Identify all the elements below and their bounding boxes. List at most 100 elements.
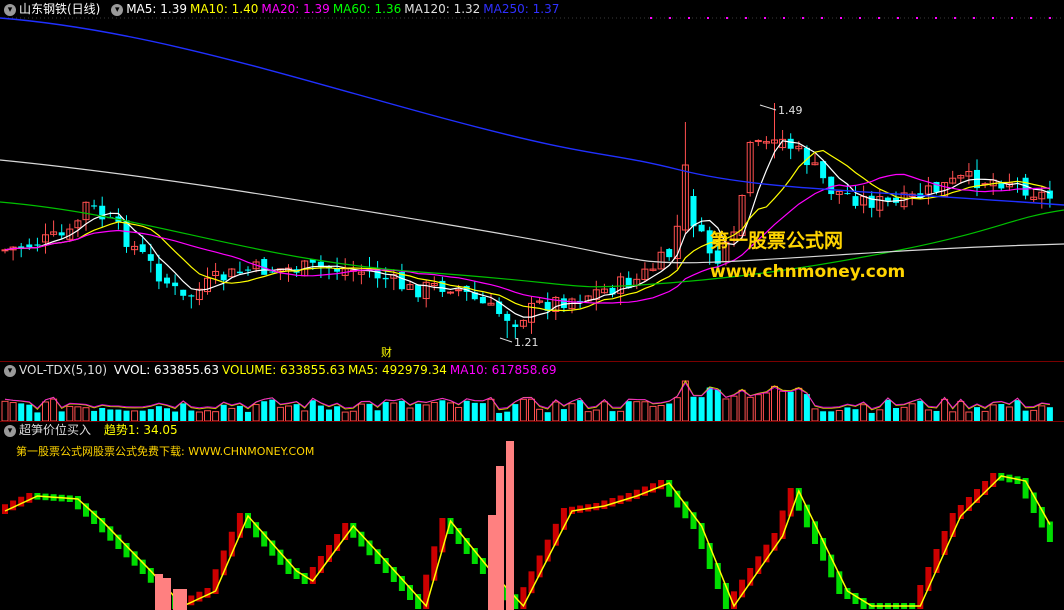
volume-bar-down xyxy=(245,411,251,421)
volume-bar-down xyxy=(18,403,25,421)
volume-bar-down xyxy=(917,400,924,421)
volume-bar-down xyxy=(180,403,187,421)
candle-body-down xyxy=(236,271,243,274)
volume-bar-up xyxy=(617,410,625,421)
indicator-settings-icon[interactable]: ▾ xyxy=(4,424,16,437)
candle-body-up xyxy=(455,289,463,292)
candle-body-down xyxy=(820,161,827,179)
volume-bar-down xyxy=(269,399,276,421)
volume-bar-up xyxy=(957,400,965,421)
volume-settings-icon[interactable]: ▾ xyxy=(4,364,16,377)
volume-bar-up xyxy=(430,401,438,421)
low-pointer xyxy=(499,337,513,343)
volume-bar-down xyxy=(666,403,673,421)
ma120-line xyxy=(0,159,1064,264)
buy-signal-bar xyxy=(155,574,163,610)
signal-dot xyxy=(821,17,823,19)
volume-legend: VVOL: 633855.63 VOLUME: 633855.63 MA5: 492… xyxy=(114,363,560,377)
volume-panel[interactable]: ▾ VOL-TDX(5,10) VVOL: 633855.63 VOLUME: 63… xyxy=(0,361,1064,421)
volume-bar-down xyxy=(625,401,632,421)
volume-bar-up xyxy=(641,401,649,421)
volume-bar-up xyxy=(754,394,762,421)
buy-signal-bar xyxy=(506,441,514,610)
volume-bar-down xyxy=(504,411,511,421)
volume-bar-down xyxy=(893,408,899,421)
candle-body-down xyxy=(998,183,1005,189)
candle-body-down xyxy=(188,295,195,297)
signal-dot xyxy=(802,17,804,19)
indicator-panel[interactable]: ▾ 超笋价位买入 趋势1: 34.05 第一股票公式网股票公式免费下载: WWW.… xyxy=(0,421,1064,610)
volume-bar-down xyxy=(115,409,122,421)
high-pointer xyxy=(759,104,777,111)
candlestick-chart: 1.49 1.21 财 xyxy=(0,17,1064,359)
volume-bar-up xyxy=(82,407,90,421)
signal-dot xyxy=(973,17,975,19)
candle-body-down xyxy=(147,254,154,261)
candle-body-down xyxy=(415,284,422,298)
vol-item: VVOL: 633855.63 xyxy=(113,363,219,377)
volume-bar-up xyxy=(811,408,819,421)
vol-item: VOLUME: 633855.63 xyxy=(221,363,345,377)
volume-bar-down xyxy=(690,396,697,421)
candle-body-down xyxy=(91,205,98,207)
candle-body-down xyxy=(666,249,673,258)
watermark-cn: 第一股票公式网 xyxy=(710,230,844,252)
oscillator-chart xyxy=(2,441,1053,610)
volume-bar-up xyxy=(228,407,236,421)
signal-dot xyxy=(916,17,918,19)
candle-body-down xyxy=(34,244,41,246)
volume-bar-up xyxy=(42,401,49,421)
candle-body-down xyxy=(164,277,170,284)
low-price-label: 1.21 xyxy=(514,336,539,349)
signal-dot xyxy=(688,17,690,19)
volume-bar-up xyxy=(795,387,803,421)
volume-bar-up xyxy=(536,408,544,421)
volume-bar-up xyxy=(673,397,681,421)
volume-bar-up xyxy=(276,406,284,421)
ma-item: MA250: 1.37 xyxy=(483,2,560,16)
candle-body-down xyxy=(180,289,187,296)
volume-bar-down xyxy=(155,406,162,421)
volume-bar-down xyxy=(1046,407,1053,421)
signal-dot xyxy=(1030,17,1032,19)
volume-bar-up xyxy=(1005,406,1013,421)
volume-bar-down xyxy=(99,407,106,421)
volume-bar-up xyxy=(965,411,973,421)
candle-body-down xyxy=(690,196,697,227)
candle-body-down xyxy=(844,193,851,195)
volume-bar-up xyxy=(1038,405,1046,421)
ma-item: MA10: 1.40 xyxy=(189,2,259,16)
price-chart-panel[interactable]: ▾ 山东钢铁(日线) ▾ MA5: 1.39 MA10: 1.40 MA20: 1.39… xyxy=(0,0,1064,361)
volume-bar-up xyxy=(649,405,657,421)
candle-body-down xyxy=(787,138,794,149)
candle-body-down xyxy=(803,147,810,166)
volume-bar-down xyxy=(293,404,300,421)
osc-bar-down xyxy=(74,496,81,510)
signal-dot xyxy=(878,17,880,19)
settings-icon[interactable]: ▾ xyxy=(111,3,124,16)
candle-body-down xyxy=(382,277,389,280)
volume-bar-down xyxy=(309,400,316,421)
volume-bar-up xyxy=(908,403,916,421)
volume-bar-down xyxy=(1022,410,1029,421)
volume-bar-down xyxy=(236,405,243,421)
volume-bar-up xyxy=(722,398,730,421)
volume-bar-up xyxy=(349,410,357,421)
vol-ma5-line xyxy=(4,379,1050,411)
volume-bar-up xyxy=(252,404,260,421)
signal-dot xyxy=(1011,17,1013,19)
volume-bar-up xyxy=(1030,409,1038,421)
high-price-label: 1.49 xyxy=(778,104,803,117)
volume-bar-down xyxy=(496,412,503,421)
stock-name: 山东钢铁(日线) xyxy=(19,2,101,16)
volume-bar-up xyxy=(989,404,997,421)
candle-body-down xyxy=(26,244,33,248)
collapse-icon[interactable]: ▾ xyxy=(4,3,16,16)
volume-bar-up xyxy=(422,404,430,421)
volume-bar-down xyxy=(317,405,324,421)
volume-bar-down xyxy=(107,409,114,421)
volume-bar-up xyxy=(600,401,608,421)
candle-body-down xyxy=(560,298,567,309)
volume-bar-up xyxy=(779,390,787,421)
volume-bar-up xyxy=(50,398,58,421)
